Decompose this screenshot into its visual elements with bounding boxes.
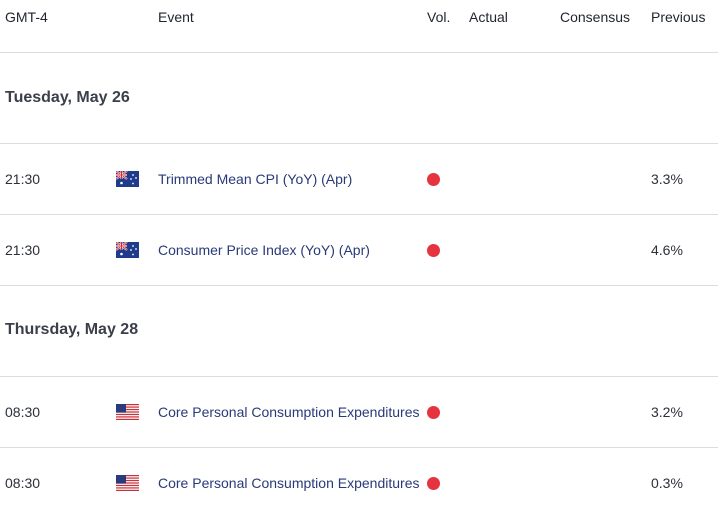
event-previous: 0.3% (651, 475, 683, 491)
event-previous: 3.3% (651, 171, 683, 187)
us-flag-icon (116, 404, 139, 420)
event-time: 08:30 (5, 475, 41, 491)
volatility-high-icon (427, 406, 440, 419)
date-label: Thursday, May 28 (5, 321, 139, 338)
event-previous: 3.2% (651, 404, 683, 420)
event-previous: 4.6% (651, 242, 683, 258)
table-row[interactable]: 21:30 Consumer Price Index (YoY) (Apr) 4… (0, 215, 718, 286)
header-event: Event (158, 9, 194, 25)
volatility-high-icon (427, 477, 440, 490)
table-row[interactable]: 08:30 Core Personal Consumption Expendit… (0, 448, 718, 518)
event-name-link[interactable]: Core Personal Consumption Expenditures (158, 475, 426, 491)
volatility-high-icon (427, 244, 440, 257)
header-actual: Actual (469, 9, 508, 25)
date-group-header: Thursday, May 28 (0, 286, 718, 377)
header-timezone[interactable]: GMT-4 (5, 9, 48, 25)
us-flag-icon (116, 475, 139, 491)
header-previous: Previous (651, 9, 706, 25)
event-time: 08:30 (5, 404, 41, 420)
event-name-link[interactable]: Core Personal Consumption Expenditures (158, 404, 426, 420)
date-group-header: Tuesday, May 26 (0, 53, 718, 144)
volatility-high-icon (427, 173, 440, 186)
event-name-link[interactable]: Consumer Price Index (YoY) (Apr) (158, 242, 426, 258)
table-row[interactable]: 08:30 Core Personal Consumption Expendit… (0, 377, 718, 448)
date-label: Tuesday, May 26 (5, 89, 130, 106)
event-time: 21:30 (5, 242, 41, 258)
australia-flag-icon (116, 171, 139, 187)
event-name-link[interactable]: Trimmed Mean CPI (YoY) (Apr) (158, 171, 426, 187)
header-volatility: Vol. (427, 9, 451, 25)
australia-flag-icon (116, 242, 139, 258)
header-consensus: Consensus (560, 9, 631, 25)
table-row[interactable]: 21:30 Trimmed Mean CPI (YoY) (Apr) 3.3% (0, 144, 718, 215)
event-time: 21:30 (5, 171, 41, 187)
table-header: GMT-4 Event Vol. Actual Consensus Previo… (0, 0, 718, 53)
